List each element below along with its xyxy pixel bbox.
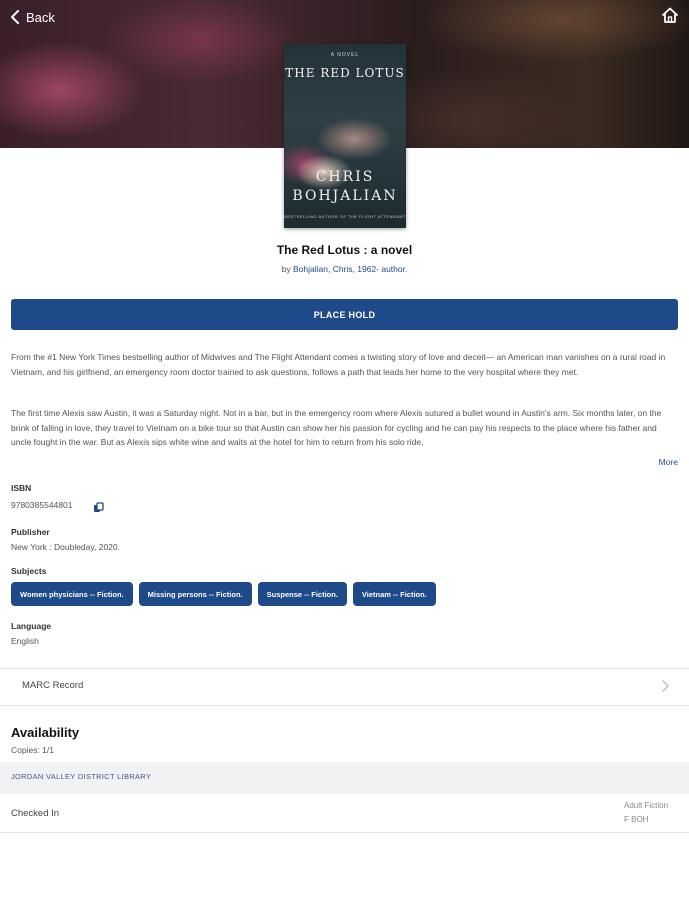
publisher-value: New York : Doubleday, 2020. xyxy=(11,542,120,552)
subject-chip[interactable]: Vietnam -- Fiction. xyxy=(352,582,436,606)
place-hold-button[interactable]: PLACE HOLD xyxy=(11,299,678,330)
library-header: JORDAN VALLEY DISTRICT LIBRARY xyxy=(0,762,689,794)
subjects-label: Subjects xyxy=(11,566,47,576)
item-status: Checked In xyxy=(11,808,60,819)
cover-blurb: BESTSELLING AUTHOR OF THE FLIGHT ATTENDA… xyxy=(284,214,406,219)
call-number: F BOH xyxy=(624,815,649,824)
marc-record-label: MARC Record xyxy=(22,680,84,691)
publisher-label: Publisher xyxy=(11,527,50,537)
home-icon xyxy=(662,7,678,23)
subject-chip[interactable]: Women physicians -- Fiction. xyxy=(11,582,133,606)
more-link[interactable]: More xyxy=(659,457,678,467)
byline: by Bohjalian, Chris, 1962- author. xyxy=(0,264,689,274)
copy-icon[interactable] xyxy=(93,500,104,512)
cover-top-text: A NOVEL xyxy=(330,52,360,58)
divider xyxy=(0,832,689,833)
isbn-value: 9780385544801 xyxy=(11,500,73,510)
chevron-right-icon xyxy=(662,680,669,692)
shelf-location: Adult Fiction xyxy=(624,801,669,810)
book-title: The Red Lotus : a novel xyxy=(276,243,413,257)
description-paragraph-1: From the #1 New York Times bestselling a… xyxy=(11,352,666,377)
author-link[interactable]: Bohjalian, Chris, 1962- author. xyxy=(293,264,407,274)
subject-chip[interactable]: Suspense -- Fiction. xyxy=(257,582,347,606)
subjects-list: Women physicians -- Fiction. Missing per… xyxy=(11,582,436,606)
availability-heading: Availability xyxy=(11,725,80,740)
library-name: JORDAN VALLEY DISTRICT LIBRARY xyxy=(11,772,152,781)
copies-count: Copies: 1/1 xyxy=(11,745,54,755)
subject-chip[interactable]: Missing persons -- Fiction. xyxy=(138,582,252,606)
by-prefix: by xyxy=(281,264,291,274)
cover-author-first: CHRIS xyxy=(315,169,375,185)
back-label: Back xyxy=(26,9,55,25)
home-button[interactable] xyxy=(661,6,679,24)
cover-title: THE RED LOTUS xyxy=(285,66,405,80)
divider xyxy=(0,705,689,706)
book-cover: A NOVEL THE RED LOTUS CHRIS BOHJALIAN BE… xyxy=(284,44,406,228)
language-value: English xyxy=(11,636,39,646)
cover-author-last: BOHJALIAN xyxy=(292,188,398,204)
description-paragraph-2: The first time Alexis saw Austin, it was… xyxy=(11,408,662,447)
chevron-left-icon xyxy=(11,10,19,24)
language-label: Language xyxy=(11,621,52,631)
isbn-label: ISBN xyxy=(11,483,32,493)
back-button[interactable]: Back xyxy=(10,7,55,27)
marc-record-row[interactable]: MARC Record xyxy=(0,669,689,705)
